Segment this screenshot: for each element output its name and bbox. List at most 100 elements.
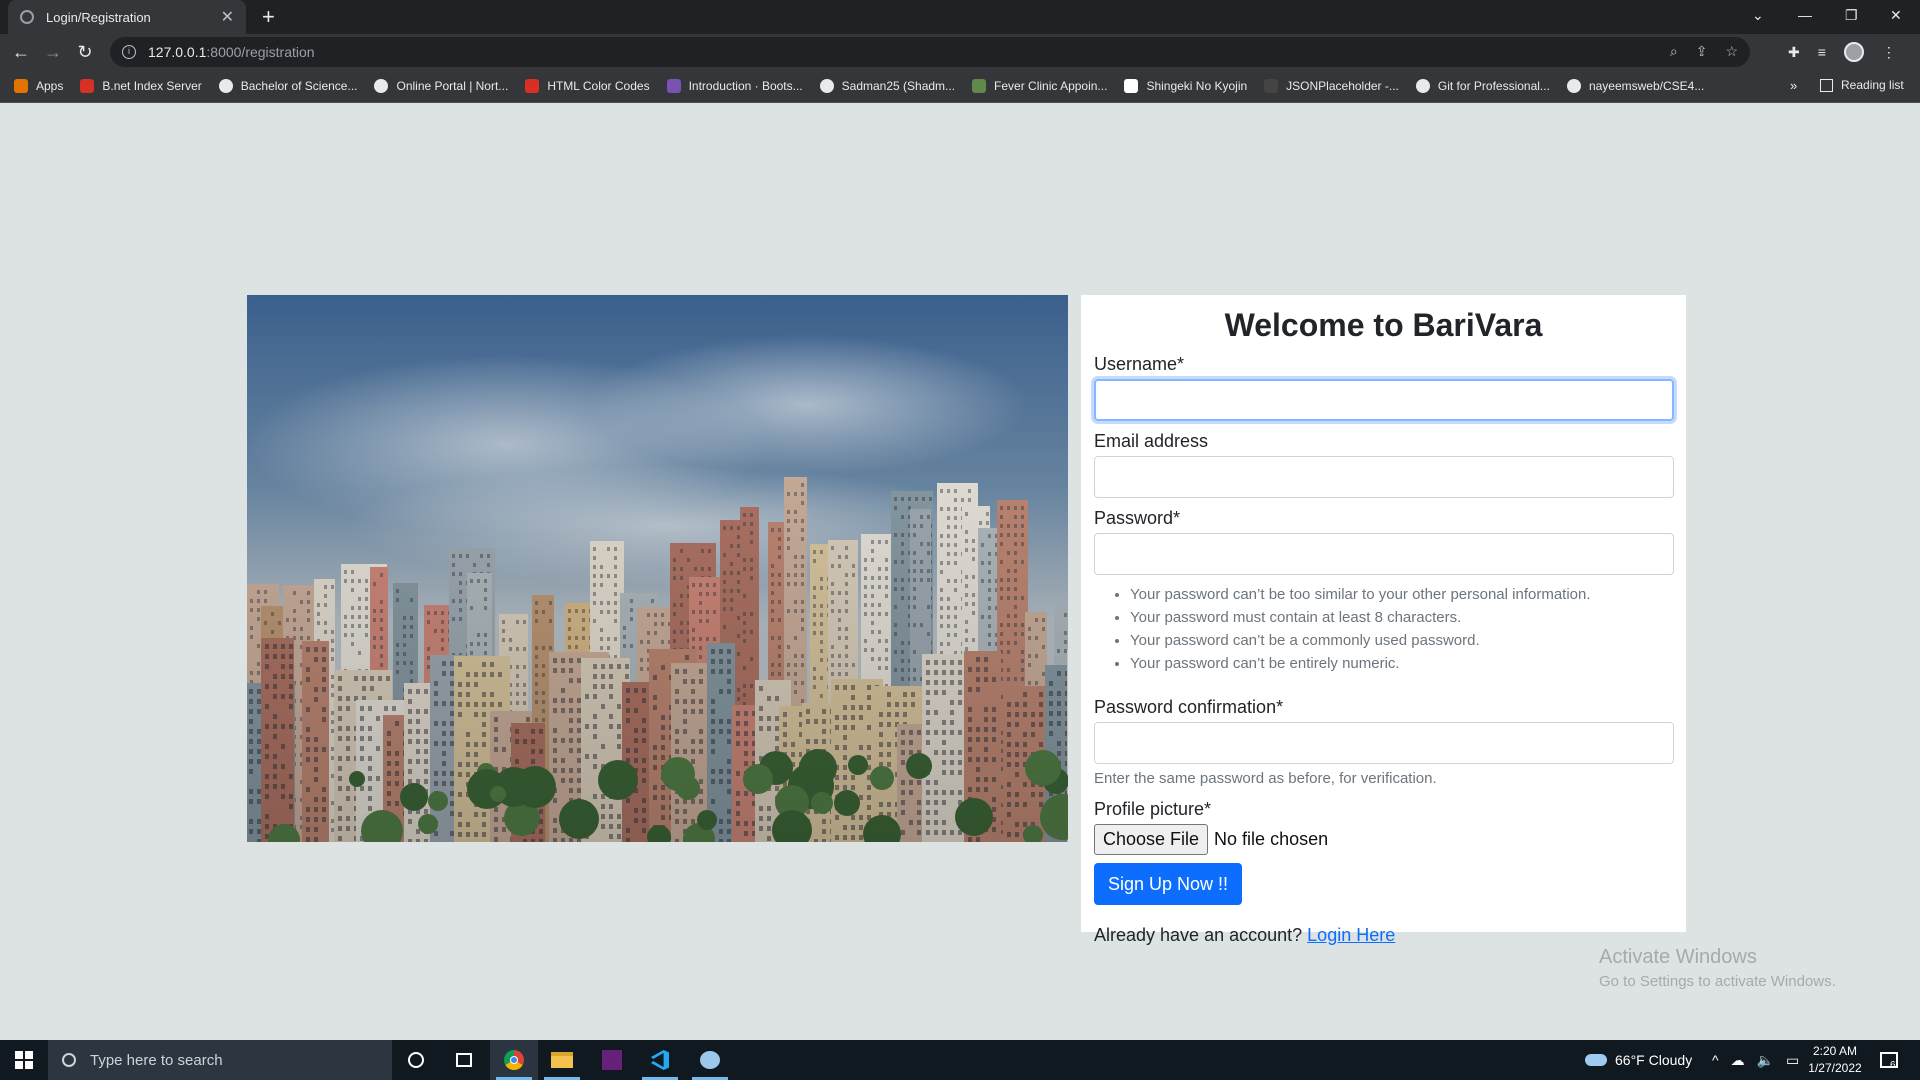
bootstrap-icon bbox=[666, 79, 681, 93]
clock-date: 1/27/2022 bbox=[1808, 1061, 1862, 1075]
cortana-icon[interactable] bbox=[392, 1040, 440, 1080]
close-tab-icon[interactable]: ✕ bbox=[221, 7, 234, 27]
share-icon[interactable]: ⇪ bbox=[1696, 43, 1708, 60]
password-confirmation-help: Enter the same password as before, for v… bbox=[1094, 770, 1437, 787]
email-label: Email address bbox=[1094, 431, 1209, 451]
password-confirmation-input[interactable] bbox=[1094, 722, 1674, 764]
weather-text: 66°F Cloudy bbox=[1615, 1052, 1693, 1068]
bookmark-item[interactable]: Shingeki No Kyojin bbox=[1124, 79, 1247, 93]
bookmark-item[interactable]: B.net Index Server bbox=[80, 79, 202, 93]
taskbar: Type here to search 66°F Cloudy ^ ☁ 🔈 ▭ … bbox=[0, 1040, 1920, 1080]
extensions-icon[interactable]: ✚ bbox=[1788, 44, 1800, 61]
bookmark-item[interactable]: HTML Color Codes bbox=[525, 79, 650, 93]
search-placeholder: Type here to search bbox=[90, 1051, 223, 1069]
network-icon[interactable]: ▭ bbox=[1786, 1052, 1799, 1069]
username-label: Username* bbox=[1094, 354, 1185, 374]
file-status: No file chosen bbox=[1214, 829, 1329, 849]
bookmarks-bar: Apps B.net Index Server Bachelor of Scie… bbox=[0, 70, 1920, 103]
username-input[interactable] bbox=[1094, 379, 1674, 421]
profile-avatar[interactable] bbox=[1843, 42, 1864, 62]
password-input[interactable] bbox=[1094, 533, 1674, 575]
bookmark-item[interactable]: Bachelor of Science... bbox=[218, 79, 357, 93]
city-skyline-image bbox=[247, 295, 1068, 842]
choose-file-button[interactable]: Choose File bbox=[1094, 824, 1209, 855]
onedrive-icon[interactable]: ☁ bbox=[1731, 1052, 1745, 1069]
bookmark-label: Shingeki No Kyojin bbox=[1146, 79, 1248, 93]
mc-icon bbox=[1124, 79, 1139, 93]
zoom-icon[interactable]: ⌕ bbox=[1670, 43, 1678, 60]
github-icon bbox=[1566, 79, 1581, 93]
vscode-icon[interactable] bbox=[636, 1040, 684, 1080]
profile-picture-label: Profile picture* bbox=[1094, 799, 1212, 819]
visual-studio-icon[interactable] bbox=[588, 1040, 636, 1080]
bookmark-label: nayeemsweb/CSE4... bbox=[1588, 79, 1705, 93]
profile-picture-input: Choose File No file chosen bbox=[1094, 824, 1673, 855]
password-help-item: Your password can’t be entirely numeric. bbox=[1130, 652, 1673, 675]
bookmark-item[interactable]: JSONPlaceholder -... bbox=[1264, 79, 1399, 93]
reading-list-button[interactable]: Reading list bbox=[1820, 78, 1904, 92]
windows-icon bbox=[15, 1051, 33, 1069]
bookmark-item[interactable]: Sadman25 (Shadm... bbox=[819, 79, 956, 93]
restore-button[interactable]: ❐ bbox=[1845, 0, 1858, 30]
clock-time: 2:20 AM bbox=[1812, 1044, 1858, 1058]
email-input[interactable] bbox=[1094, 456, 1674, 498]
bookmark-label: Fever Clinic Appoin... bbox=[994, 79, 1108, 93]
minimize-button[interactable]: — bbox=[1798, 0, 1812, 30]
notification-icon bbox=[1880, 1052, 1898, 1068]
password-label: Password* bbox=[1094, 508, 1181, 528]
menu-icon[interactable]: ⋮ bbox=[1882, 44, 1896, 61]
new-tab-button[interactable]: + bbox=[262, 4, 275, 30]
site-info-icon[interactable]: i bbox=[122, 45, 136, 59]
weather-widget[interactable]: 66°F Cloudy bbox=[1585, 1040, 1692, 1080]
tab-search-icon[interactable]: ⌄ bbox=[1752, 0, 1764, 30]
bookmark-item[interactable]: Git for Professional... bbox=[1415, 79, 1550, 93]
bookmark-item[interactable]: Introduction · Boots... bbox=[666, 79, 803, 93]
more-bookmarks-button[interactable]: » bbox=[1790, 78, 1797, 93]
login-link[interactable]: Login Here bbox=[1307, 925, 1395, 945]
bookmark-label: B.net Index Server bbox=[102, 79, 202, 93]
clock[interactable]: 2:20 AM 1/27/2022 bbox=[1803, 1043, 1867, 1077]
chevron-up-icon[interactable]: ^ bbox=[1712, 1052, 1719, 1068]
bookmark-label: Apps bbox=[36, 79, 64, 93]
password-help-item: Your password must contain at least 8 ch… bbox=[1130, 606, 1673, 629]
task-view-icon[interactable] bbox=[440, 1040, 488, 1080]
browser-tab[interactable]: Login/Registration ✕ bbox=[8, 0, 246, 34]
system-tray: ^ ☁ 🔈 ▭ bbox=[1712, 1040, 1799, 1080]
bookmark-item[interactable]: Online Portal | Nort... bbox=[374, 79, 508, 93]
bookmark-item[interactable]: nayeemsweb/CSE4... bbox=[1566, 79, 1705, 93]
password-help-item: Your password can’t be too similar to yo… bbox=[1130, 583, 1673, 606]
notification-center[interactable]: 6 bbox=[1880, 1040, 1898, 1080]
reading-list-label: Reading list bbox=[1841, 78, 1904, 92]
url-path: :8000/registration bbox=[206, 44, 315, 60]
jsonplaceholder-icon bbox=[1264, 79, 1279, 93]
file-explorer-icon[interactable] bbox=[538, 1040, 586, 1080]
sign-up-button[interactable]: Sign Up Now !! bbox=[1094, 863, 1243, 905]
paint-icon[interactable] bbox=[686, 1040, 734, 1080]
url-host: 127.0.0.1 bbox=[148, 44, 207, 60]
chrome-icon[interactable] bbox=[490, 1040, 538, 1080]
search-icon bbox=[62, 1053, 76, 1067]
login-prompt-text: Already have an account? bbox=[1094, 925, 1303, 945]
password-help-list: Your password can’t be too similar to yo… bbox=[1130, 583, 1673, 675]
password-help-item: Your password can’t be a commonly used p… bbox=[1130, 629, 1673, 652]
form-title: Welcome to BariVara bbox=[1224, 307, 1543, 343]
address-bar[interactable]: i 127.0.0.1:8000/registration ⌕ ⇪ ☆ bbox=[110, 37, 1750, 67]
github-icon bbox=[819, 79, 834, 93]
bookmark-item[interactable]: Fever Clinic Appoin... bbox=[972, 79, 1107, 93]
bookmark-label: Sadman25 (Shadm... bbox=[841, 79, 956, 93]
activate-windows-watermark: Activate Windows Go to Settings to activ… bbox=[1599, 946, 1836, 990]
bookmark-apps[interactable]: Apps bbox=[14, 79, 63, 93]
taskbar-search[interactable]: Type here to search bbox=[48, 1040, 392, 1080]
bookmark-label: JSONPlaceholder -... bbox=[1286, 79, 1399, 93]
globe-icon bbox=[20, 10, 34, 24]
tab-title: Login/Registration bbox=[46, 9, 151, 25]
forward-icon[interactable]: → bbox=[40, 39, 66, 65]
bookmark-label: Online Portal | Nort... bbox=[396, 79, 509, 93]
reading-list-icon[interactable]: ≡ bbox=[1818, 44, 1826, 60]
start-button[interactable] bbox=[0, 1040, 48, 1080]
volume-icon[interactable]: 🔈 bbox=[1757, 1052, 1774, 1069]
bookmark-star-icon[interactable]: ☆ bbox=[1725, 43, 1738, 60]
close-window-button[interactable]: ✕ bbox=[1890, 0, 1902, 30]
reload-icon[interactable]: ↻ bbox=[72, 39, 98, 65]
back-icon[interactable]: ← bbox=[8, 39, 34, 65]
